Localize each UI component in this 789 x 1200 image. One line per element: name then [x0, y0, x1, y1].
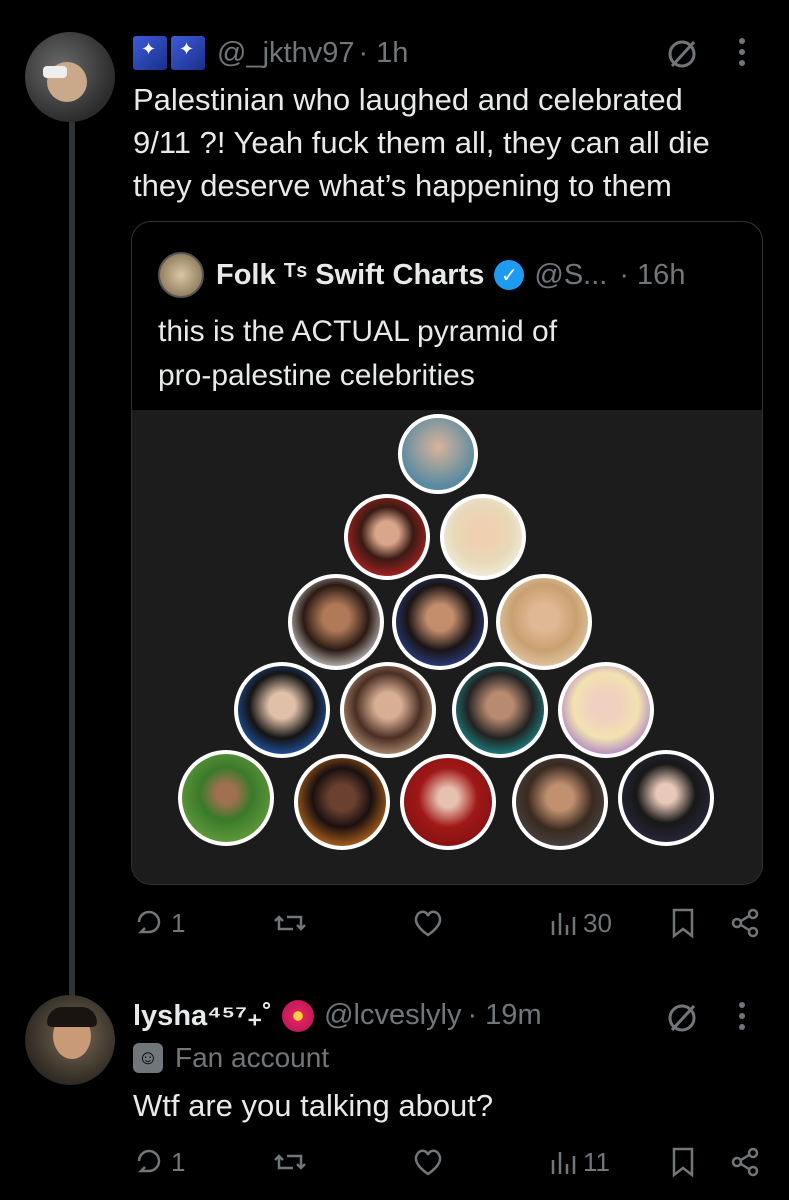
- quote-timestamp[interactable]: · 16h: [619, 259, 685, 292]
- mask-icon: ☺: [133, 1043, 163, 1073]
- celebrity-photo: [344, 494, 430, 580]
- fan-account-label: ☺ Fan account: [133, 1042, 329, 1074]
- quoted-tweet[interactable]: Folk ᵀˢ Swift Charts ✓ @S... · 16h this …: [131, 221, 763, 885]
- more-icon[interactable]: [736, 998, 748, 1042]
- tweet-actions: 1 11: [133, 1146, 763, 1186]
- tweet-text-line: Palestinian who laughed and celebrated: [133, 82, 683, 117]
- more-icon[interactable]: [736, 34, 748, 78]
- celebrity-photo: [400, 754, 496, 850]
- tweet-actions: 1 30: [133, 907, 763, 947]
- flower-icon: [282, 999, 315, 1032]
- retweet-icon: [274, 915, 306, 931]
- retweet-icon: [274, 1154, 306, 1170]
- celebrity-photo: [558, 662, 654, 758]
- bookmark-icon: [672, 1147, 694, 1178]
- celebrity-photo: [452, 662, 548, 758]
- user-handle[interactable]: @_jkthv97: [217, 37, 354, 70]
- bookmark-button[interactable]: [669, 1146, 697, 1178]
- celebrity-photo: [512, 754, 608, 850]
- timestamp[interactable]: · 19m: [467, 999, 541, 1032]
- celebrity-photo: [392, 574, 488, 670]
- verified-icon: ✓: [494, 260, 525, 290]
- share-icon: [731, 908, 759, 938]
- quote-avatar[interactable]: [158, 252, 204, 298]
- display-name[interactable]: lysha⁴⁵⁷₊˚: [133, 998, 272, 1033]
- retweet-button[interactable]: [273, 907, 307, 939]
- quote-display-name[interactable]: Folk ᵀˢ Swift Charts: [216, 259, 484, 292]
- galaxy-emoji-icon: [171, 36, 205, 70]
- quote-handle[interactable]: @S...: [534, 259, 607, 292]
- tweet-text-line: Wtf are you talking about?: [133, 1088, 494, 1123]
- avatar-hair: [47, 1007, 97, 1027]
- views-count: 30: [583, 907, 612, 938]
- share-button[interactable]: [729, 1146, 761, 1178]
- tweet-header: lysha⁴⁵⁷₊˚ @lcveslyly · 19m: [133, 998, 542, 1033]
- celebrity-photo: [340, 662, 436, 758]
- views-icon: [551, 1152, 576, 1174]
- grok-icon[interactable]: [664, 36, 700, 80]
- pyramid-image[interactable]: [132, 410, 762, 884]
- like-icon: [414, 1149, 442, 1176]
- retweet-button[interactable]: [273, 1146, 307, 1178]
- like-button[interactable]: [411, 907, 445, 939]
- galaxy-emoji-icon: [133, 36, 167, 70]
- tweet-text-line: 9/11 ?! Yeah fuck them all, they can all…: [133, 125, 710, 160]
- reply-button[interactable]: 1: [133, 1146, 185, 1178]
- share-button[interactable]: [729, 907, 761, 939]
- tweet-text: Wtf are you talking about?: [133, 1084, 493, 1127]
- celebrity-photo: [234, 662, 330, 758]
- reply-icon: [137, 1149, 161, 1173]
- reply-count: 1: [171, 907, 186, 938]
- celebrity-photo: [288, 574, 384, 670]
- quote-text-line: pro-palestine celebrities: [158, 359, 475, 392]
- reply-button[interactable]: 1: [133, 907, 185, 939]
- avatar[interactable]: [25, 32, 115, 122]
- timestamp[interactable]: · 1h: [358, 37, 408, 70]
- avatar-glasses: [43, 66, 67, 78]
- grok-icon[interactable]: [664, 1000, 700, 1044]
- celebrity-photo: [398, 414, 478, 494]
- tweet-text: Palestinian who laughed and celebrated 9…: [133, 78, 710, 207]
- quote-text-line: this is the ACTUAL pyramid of: [158, 315, 558, 348]
- like-icon: [414, 910, 442, 937]
- like-button[interactable]: [411, 1146, 445, 1178]
- reply-count: 1: [171, 1146, 186, 1177]
- quote-header: Folk ᵀˢ Swift Charts ✓ @S... · 16h: [158, 252, 685, 298]
- fan-account-text: Fan account: [175, 1042, 330, 1073]
- celebrity-photo: [294, 754, 390, 850]
- tweet-header: @_jkthv97 · 1h: [133, 36, 408, 70]
- thread-line: [69, 120, 75, 1000]
- reply-icon: [137, 910, 161, 934]
- celebrity-photo: [618, 750, 714, 846]
- views-count: 11: [583, 1146, 610, 1177]
- celebrity-photo: [440, 494, 526, 580]
- celebrity-photo: [496, 574, 592, 670]
- views-button[interactable]: 30: [549, 907, 612, 939]
- bookmark-icon: [672, 908, 694, 939]
- avatar[interactable]: [25, 995, 115, 1085]
- quote-text: this is the ACTUAL pyramid of pro-palest…: [158, 310, 557, 398]
- bookmark-button[interactable]: [669, 907, 697, 939]
- celebrity-photo: [178, 750, 274, 846]
- share-icon: [731, 1147, 759, 1177]
- views-button[interactable]: 11: [549, 1146, 610, 1178]
- views-icon: [551, 913, 576, 935]
- user-handle[interactable]: @lcveslyly: [324, 999, 461, 1032]
- tweet-text-line: they deserve what’s happening to them: [133, 168, 672, 203]
